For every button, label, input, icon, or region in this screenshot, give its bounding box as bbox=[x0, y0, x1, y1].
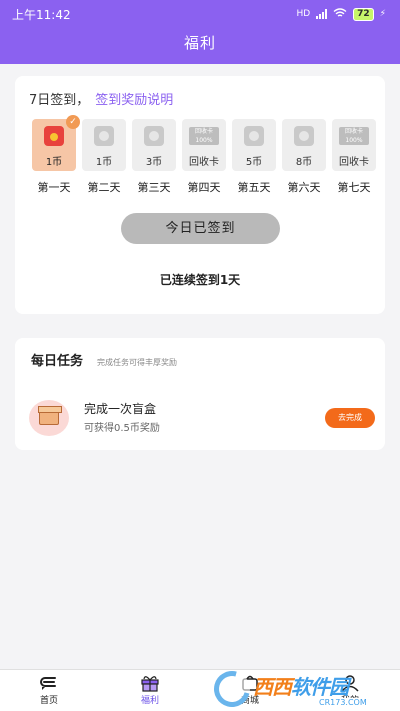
day-name: 第二天 bbox=[87, 181, 121, 194]
wifi-icon bbox=[333, 7, 347, 21]
day-reward-value: 8币 bbox=[295, 157, 313, 168]
coin-icon bbox=[294, 126, 314, 146]
tab-home[interactable]: 首页 bbox=[14, 674, 84, 706]
daily-tasks-card: 每日任务 完成任务可得丰厚奖励 完成一次盲盒 可获得0.5币奖励 去完成 bbox=[15, 338, 385, 450]
recycle-card-icon: 回收卡 100% bbox=[339, 127, 369, 145]
red-envelope-icon bbox=[44, 126, 64, 146]
task-item: 完成一次盲盒 可获得0.5币奖励 去完成 bbox=[29, 400, 375, 436]
signin-day-3[interactable]: 3币 第三天 bbox=[132, 119, 176, 195]
app-header: 上午11:42 HD 72 ⚡ 福利 bbox=[0, 0, 400, 64]
signin-streak-text: 已连续签到1天 bbox=[159, 273, 241, 287]
watermark-text: 西西软件园 bbox=[253, 675, 349, 699]
day-reward-box: 1币 bbox=[82, 119, 126, 171]
signin-days-label: 7日签到， bbox=[29, 93, 90, 108]
page-title: 福利 bbox=[183, 34, 216, 52]
checked-icon: ✓ bbox=[66, 115, 80, 129]
day-name: 第五天 bbox=[237, 181, 271, 194]
day-reward-value: 5币 bbox=[245, 157, 263, 168]
gift-icon bbox=[141, 676, 159, 692]
signin-day-5[interactable]: 5币 第五天 bbox=[232, 119, 276, 195]
signin-days: 1币 ✓ 第一天 1币 第二天 3币 第三天 回收卡100% 回收卡 第四天 bbox=[32, 115, 376, 194]
charging-icon: ⚡ bbox=[379, 9, 386, 19]
day-reward-value: 1币 bbox=[45, 157, 63, 168]
status-icons: HD 72 ⚡ bbox=[296, 7, 386, 21]
day-reward-box: 5币 bbox=[232, 119, 276, 171]
watermark-url: CR173.COM bbox=[317, 698, 369, 707]
coin-icon bbox=[244, 126, 264, 146]
day-name: 第一天 bbox=[37, 181, 71, 194]
status-bar: 上午11:42 HD 72 ⚡ bbox=[0, 0, 400, 28]
task-description: 可获得0.5币奖励 bbox=[84, 423, 160, 434]
day-name: 第三天 bbox=[137, 181, 171, 194]
signin-card: 7日签到， 签到奖励说明 1币 ✓ 第一天 1币 第二天 3币 第三天 回收卡 … bbox=[15, 76, 385, 314]
tab-welfare[interactable]: 福利 bbox=[115, 674, 185, 706]
signin-day-4[interactable]: 回收卡 100% 回收卡 第四天 bbox=[182, 119, 226, 195]
recycle-card-icon: 回收卡 100% bbox=[189, 127, 219, 145]
battery-icon: 72 bbox=[353, 7, 374, 21]
day-reward-box: 8币 bbox=[282, 119, 326, 171]
tasks-title: 每日任务 bbox=[31, 354, 84, 369]
day-reward-box: 1币 ✓ bbox=[32, 115, 80, 171]
day-name: 第六天 bbox=[287, 181, 321, 194]
day-reward-value: 1币 bbox=[95, 157, 113, 168]
task-title: 完成一次盲盒 bbox=[84, 402, 157, 416]
blind-box-icon bbox=[29, 400, 69, 436]
network-label: HD bbox=[296, 9, 311, 19]
day-reward-box: 回收卡 100% 回收卡 bbox=[332, 119, 376, 171]
site-watermark: 西西软件园 CR173.COM bbox=[207, 664, 382, 711]
signed-today-button[interactable]: 今日已签到 bbox=[121, 213, 280, 244]
day-reward-value: 回收卡 bbox=[339, 157, 369, 168]
tab-label: 首页 bbox=[39, 696, 58, 706]
tasks-header: 每日任务 完成任务可得丰厚奖励 bbox=[31, 350, 177, 369]
day-reward-value: 回收卡 bbox=[189, 157, 219, 168]
signin-day-7[interactable]: 回收卡 100% 回收卡 第七天 bbox=[332, 119, 376, 195]
watermark-logo-icon bbox=[207, 664, 257, 711]
go-complete-button[interactable]: 去完成 bbox=[325, 408, 375, 428]
day-reward-box: 回收卡 100% 回收卡 bbox=[182, 119, 226, 171]
day-name: 第四天 bbox=[187, 181, 221, 194]
day-reward-box: 3币 bbox=[132, 119, 176, 171]
day-name: 第七天 bbox=[337, 181, 371, 194]
signal-icon bbox=[316, 9, 328, 19]
status-time: 上午11:42 bbox=[12, 7, 71, 22]
coin-icon bbox=[144, 126, 164, 146]
tasks-subtitle: 完成任务可得丰厚奖励 bbox=[97, 358, 178, 367]
signin-day-2[interactable]: 1币 第二天 bbox=[82, 119, 126, 195]
signin-header: 7日签到， 签到奖励说明 bbox=[29, 89, 173, 108]
coin-icon bbox=[94, 126, 114, 146]
signin-day-1[interactable]: 1币 ✓ 第一天 bbox=[32, 115, 80, 195]
home-icon bbox=[40, 677, 56, 690]
signin-rules-link[interactable]: 签到奖励说明 bbox=[95, 93, 173, 108]
tab-label: 福利 bbox=[140, 696, 159, 706]
day-reward-value: 3币 bbox=[145, 157, 163, 168]
signin-day-6[interactable]: 8币 第六天 bbox=[282, 119, 326, 195]
